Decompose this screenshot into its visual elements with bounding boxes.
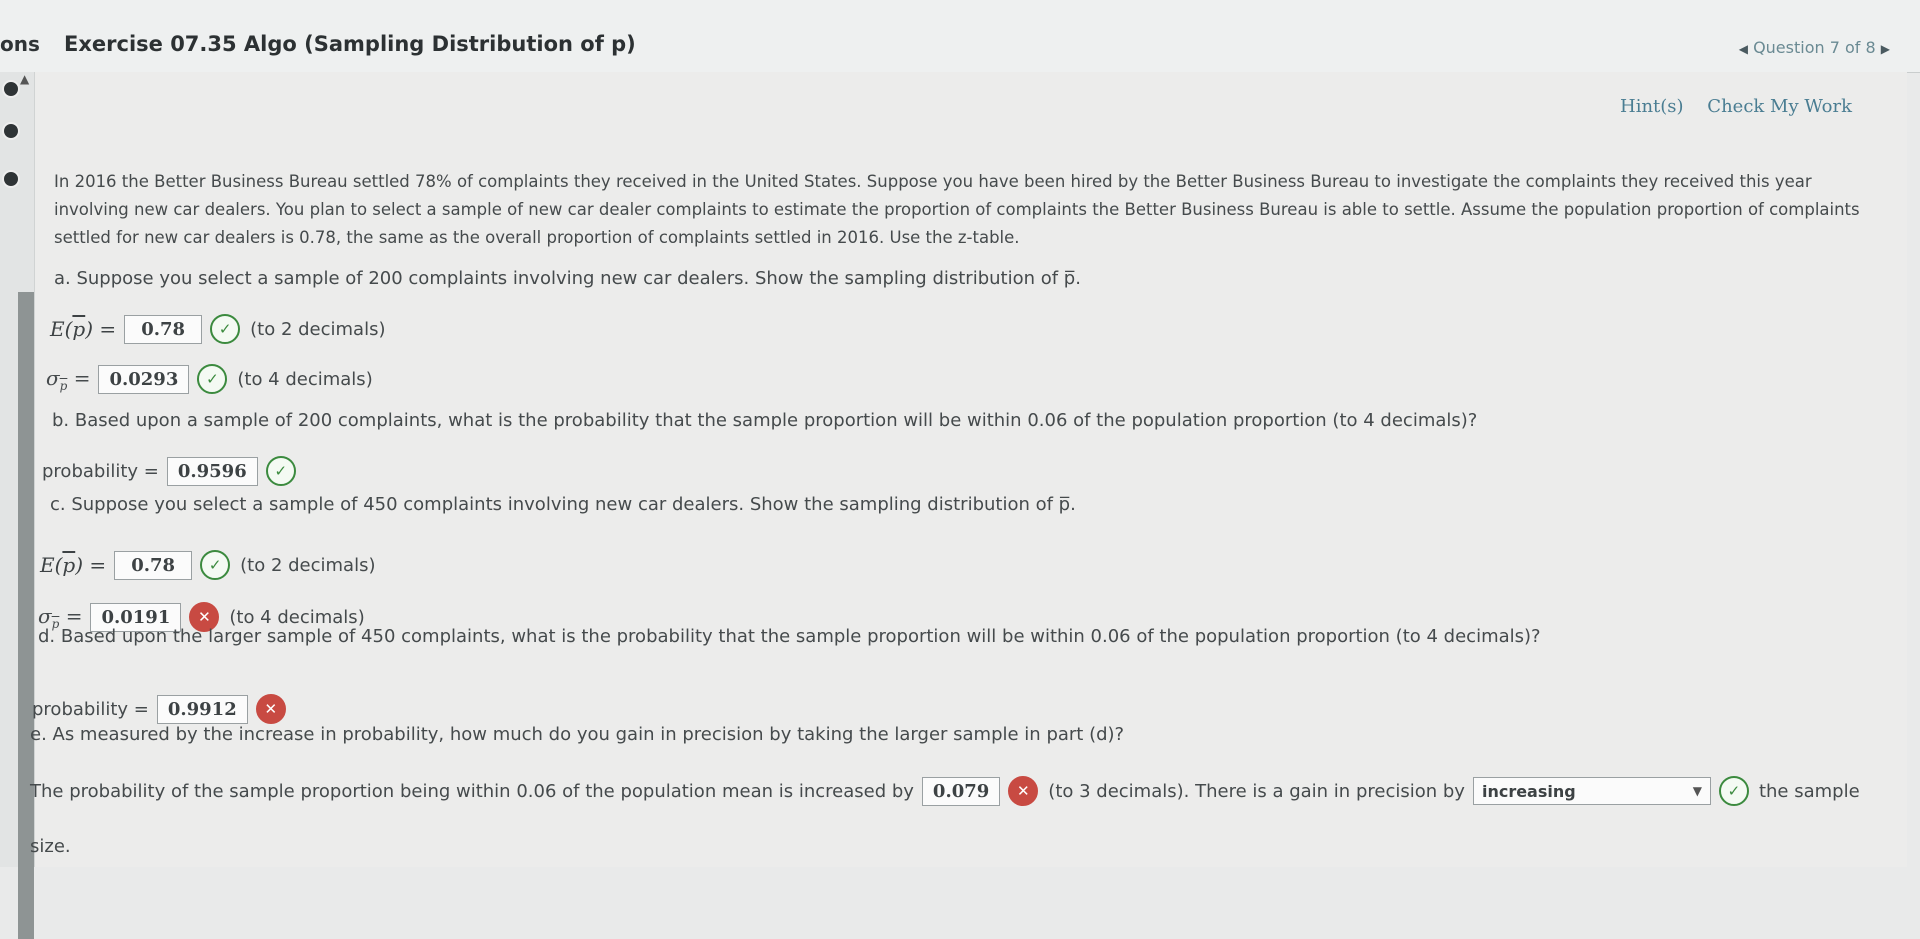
part-e-question: e. As measured by the increase in probab… <box>30 724 1125 745</box>
check-circle-icon: ✓ <box>1718 776 1749 806</box>
problem-intro: In 2016 the Better Business Bureau settl… <box>54 172 1860 247</box>
expected-value-label: E(p) = <box>50 317 117 341</box>
precision-note: (to 2 decimals) <box>250 318 386 340</box>
part-e-middle: (to 3 decimals). There is a gain in prec… <box>1048 780 1465 802</box>
nav-fragment[interactable]: ons <box>0 32 40 56</box>
check-circle-icon: ✓ <box>265 456 296 486</box>
exercise-title: Exercise 07.35 Algo (Sampling Distributi… <box>64 32 636 56</box>
x-circle-icon: ✕ <box>255 694 286 724</box>
top-bar: ons Exercise 07.35 Algo (Sampling Distri… <box>0 0 1920 73</box>
part-c-question: c. Suppose you select a sample of 450 co… <box>50 494 1076 515</box>
side-strip: ▲ <box>0 72 34 939</box>
prev-question-icon[interactable]: ◀ <box>1739 42 1748 56</box>
part-e-increase-input[interactable]: 0.079 <box>921 776 1001 806</box>
part-e-prefix: The probability of the sample proportion… <box>30 780 914 802</box>
help-links: Hint(s) Check My Work <box>1620 96 1870 117</box>
probability-label: probability = <box>32 698 149 720</box>
check-circle-icon: ✓ <box>200 550 231 580</box>
part-b-question: b. Based upon a sample of 200 complaints… <box>52 410 1478 431</box>
hint-link[interactable]: Hint(s) <box>1620 96 1684 117</box>
status-dot-icon[interactable] <box>2 170 20 188</box>
part-a-sigma-input[interactable]: 0.0293 <box>98 364 190 394</box>
collapse-up-icon[interactable]: ▲ <box>20 72 29 86</box>
check-circle-icon: ✓ <box>210 314 241 344</box>
probability-label: probability = <box>42 460 159 482</box>
precision-note: (to 2 decimals) <box>240 554 376 576</box>
next-question-icon[interactable]: ▶ <box>1881 42 1890 56</box>
chevron-down-icon: ▼ <box>1692 784 1702 798</box>
part-a-expected-input[interactable]: 0.78 <box>124 314 203 344</box>
question-counter: Question 7 of 8 <box>1753 38 1876 57</box>
part-b-probability-input[interactable]: 0.9596 <box>166 456 258 486</box>
part-b-row: probability = 0.9596 ✓ <box>42 456 306 486</box>
status-dot-icon[interactable] <box>2 80 20 98</box>
part-c-expected-input[interactable]: 0.78 <box>114 550 193 580</box>
precision-select[interactable]: increasing ▼ <box>1472 777 1711 805</box>
part-e-suffix: the sample <box>1758 780 1860 802</box>
sigma-label: σp = <box>46 365 91 393</box>
part-d-probability-input[interactable]: 0.9912 <box>156 694 248 724</box>
part-e-row: The probability of the sample proportion… <box>30 776 1860 806</box>
part-d-question: d. Based upon the larger sample of 450 c… <box>38 626 1541 647</box>
question-nav[interactable]: ◀ Question 7 of 8 ▶ <box>1739 38 1890 57</box>
check-circle-icon: ✓ <box>197 364 228 394</box>
part-c-expected-row: E(p) = 0.78 ✓ (to 2 decimals) <box>40 550 376 580</box>
part-a-question: a. Suppose you select a sample of 200 co… <box>54 268 1081 289</box>
x-circle-icon: ✕ <box>1008 776 1039 806</box>
part-a-sigma-row: σp = 0.0293 ✓ (to 4 decimals) <box>46 364 373 394</box>
precision-note: (to 4 decimals) <box>237 368 373 390</box>
status-dot-icon[interactable] <box>2 122 20 140</box>
check-my-work-link[interactable]: Check My Work <box>1707 96 1852 117</box>
precision-note: (to 4 decimals) <box>229 606 365 628</box>
part-e-tail: size. <box>30 836 71 857</box>
part-d-row: probability = 0.9912 ✕ <box>32 694 296 724</box>
part-a-expected-row: E(p) = 0.78 ✓ (to 2 decimals) <box>50 314 386 344</box>
precision-select-value: increasing <box>1481 781 1576 801</box>
expected-value-label: E(p) = <box>40 553 107 577</box>
